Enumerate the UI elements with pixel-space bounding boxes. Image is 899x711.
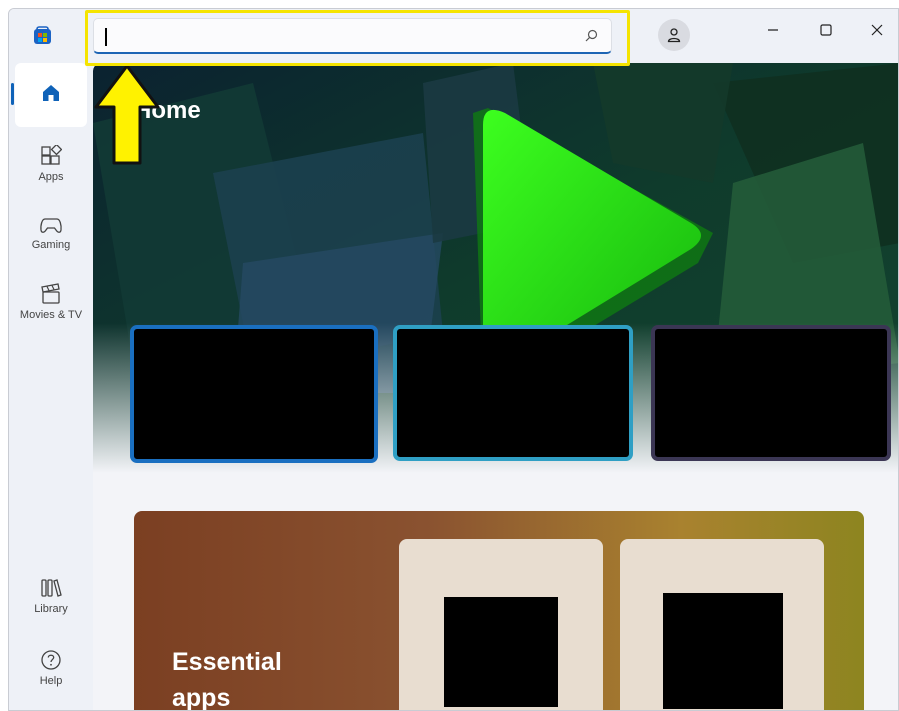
profile-button[interactable] [658,19,690,51]
selection-indicator [11,83,14,105]
clapperboard-icon [41,283,60,304]
minimize-icon [768,29,778,31]
sidebar-item-library[interactable]: Library [15,577,87,615]
app-image [663,593,783,709]
app-tile[interactable] [399,539,603,710]
essential-apps-title: Essential apps [172,648,282,711]
sidebar-item-label: Gaming [31,239,71,251]
minimize-button[interactable] [751,15,795,45]
sidebar-item-apps[interactable]: Apps [15,145,87,183]
main-content: Home Essential apps [93,63,898,711]
sidebar-item-label: Help [39,675,63,687]
sidebar-item-label: Apps [38,171,64,183]
sidebar-item-home[interactable] [11,63,87,127]
close-icon [871,24,883,36]
library-icon [41,579,62,597]
sidebar-item-help[interactable]: Help [15,649,87,687]
maximize-button[interactable] [804,15,848,45]
close-button[interactable] [855,15,898,45]
featured-card[interactable] [651,325,891,461]
maximize-icon [820,24,832,36]
featured-card[interactable] [130,325,378,463]
gamepad-icon [40,218,62,233]
sidebar-item-gaming[interactable]: Gaming [15,215,87,251]
search-highlight-box [85,10,630,66]
app-image [444,597,558,707]
sidebar-item-label: Movies & TV [19,309,83,321]
user-icon [667,28,681,43]
sidebar-item-label: Library [34,603,68,615]
featured-card[interactable] [393,325,633,461]
apps-icon [41,145,62,165]
sidebar-item-movies-tv[interactable]: Movies & TV [15,283,87,321]
essential-apps-banner[interactable]: Essential apps [134,511,864,711]
arrow-up-icon [94,64,160,165]
app-tile[interactable] [620,539,824,710]
home-icon [43,85,59,101]
store-icon [34,26,51,44]
sidebar: Apps Gaming Movies & TV Library Help [9,63,93,710]
help-icon [41,650,61,670]
hero-banner[interactable]: Home [93,63,898,473]
store-window: Apps Gaming Movies & TV Library Help Hom… [8,8,899,711]
